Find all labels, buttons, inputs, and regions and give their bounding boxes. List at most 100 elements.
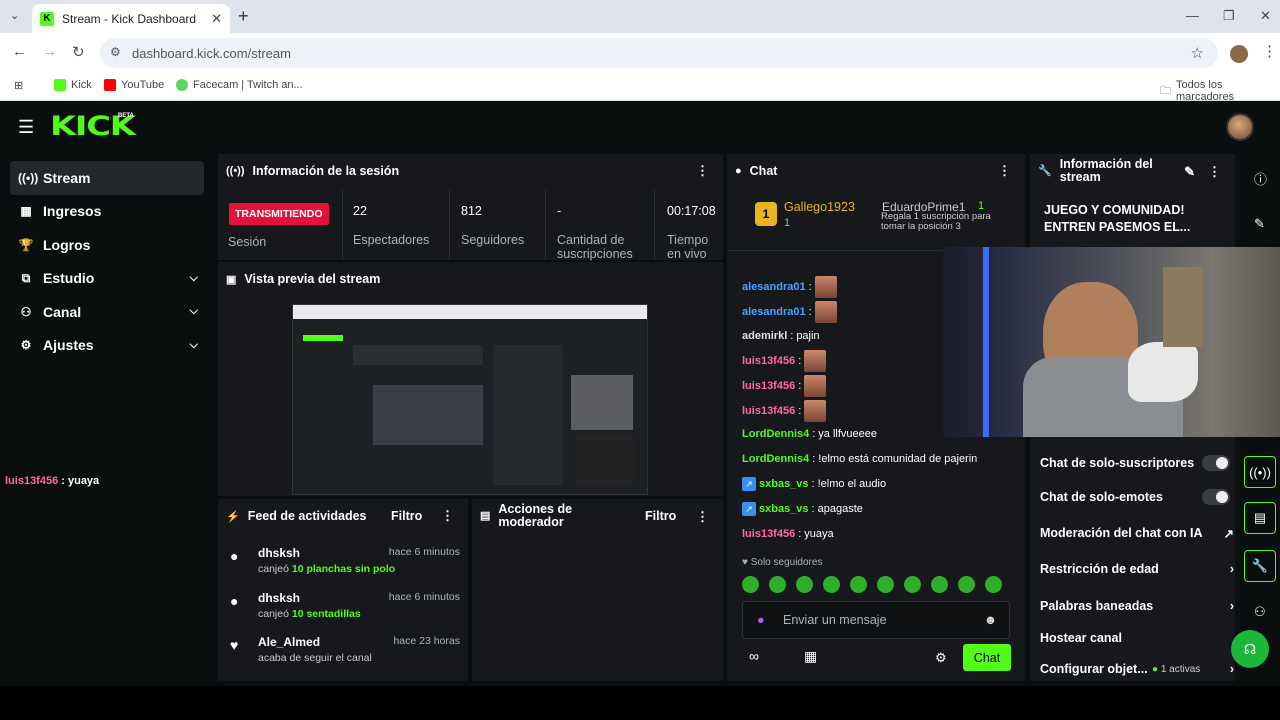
bookmark-kick[interactable]: Kick [54, 79, 92, 91]
chat-message: luis13f456: [742, 350, 827, 372]
bookmark-star-icon[interactable]: ☆ [1191, 44, 1204, 62]
sidebar-item-canal[interactable]: ⚇ Canal ⌵ [10, 295, 204, 329]
back-icon[interactable]: ← [12, 43, 27, 60]
stream-preview-video[interactable] [292, 304, 648, 495]
users-icon[interactable]: ⚇ [1254, 604, 1266, 620]
stream-info-header: 🔧 Información del stream ✎ ⋮ [1038, 157, 1221, 184]
chat-message-input[interactable]: ● Enviar un mensaje ☻ [742, 601, 1010, 639]
chat-send-button[interactable]: Chat [963, 644, 1011, 671]
emote-icon[interactable] [931, 576, 948, 593]
chat-bubble-icon: ● [735, 165, 742, 177]
chat-message: alesandra01: [742, 301, 837, 323]
close-window-icon[interactable]: ✕ [1260, 8, 1271, 24]
bookmark-youtube[interactable]: YouTube [104, 79, 164, 91]
settings-gear-icon[interactable]: ⚙ [935, 650, 947, 666]
goals-setting[interactable]: Configurar objet... ● 1 activas › [1040, 662, 1234, 676]
host-channel-setting[interactable]: Hostear canal [1040, 631, 1220, 645]
emote-icon[interactable] [877, 576, 894, 593]
top-gifter-1-count: 1 [784, 217, 791, 229]
support-headset-button[interactable]: ☊ [1231, 630, 1269, 668]
browser-tab[interactable]: K Stream - Kick Dashboard ✕ [32, 4, 230, 33]
all-bookmarks[interactable]: 🗀 Todos los marcadores [1160, 79, 1280, 103]
close-tab-icon[interactable]: ✕ [211, 11, 222, 27]
more-options-icon[interactable]: ⋮ [696, 163, 709, 179]
filter-button[interactable]: Filtro [391, 509, 422, 523]
wrench-icon: 🔧 [1038, 164, 1052, 177]
sidebar-item-ajustes[interactable]: ⚙ Ajustes ⌵ [10, 329, 204, 363]
more-options-icon[interactable]: ⋮ [441, 508, 454, 524]
emote-icon[interactable] [850, 576, 867, 593]
bookmarks-bar: ⊞ Kick YouTube Facecam | Twitch an... 🗀 T… [0, 73, 1280, 103]
top-bar: ☰ KICK BETA [0, 101, 1280, 151]
store-icon[interactable]: ▦ [804, 648, 817, 665]
folder-icon: 🗀 [1160, 84, 1171, 97]
site-info-icon[interactable]: ⚙ [110, 45, 121, 59]
trophy-icon: 🏆 [18, 237, 34, 252]
user-avatar[interactable] [1226, 113, 1254, 141]
address-bar[interactable]: ⚙ dashboard.kick.com/stream ☆ [100, 38, 1218, 68]
more-options-icon[interactable]: ⋮ [998, 163, 1011, 179]
sidebar-item-stream[interactable]: ((•)) Stream [10, 161, 204, 195]
top-gifter-1[interactable]: Gallego1923 [784, 200, 855, 214]
session-info-header: ((•)) Información de la sesión ⋮ [226, 163, 709, 179]
emote-icon[interactable] [796, 576, 813, 593]
reload-icon[interactable]: ↻ [72, 43, 85, 61]
apps-grid-icon[interactable]: ⊞ [14, 79, 23, 92]
new-tab-icon[interactable]: + [238, 6, 249, 27]
chat-mode: ♥ Solo seguidores [742, 557, 823, 568]
verified-badge-icon: ↗ [742, 502, 756, 516]
browser-menu-icon[interactable]: ⋮ [1262, 42, 1277, 60]
sidebar-item-ingresos[interactable]: ▦ Ingresos [10, 195, 204, 229]
sidebar-item-logros[interactable]: 🏆 Logros [10, 228, 204, 262]
emote-icon [804, 375, 827, 397]
url-text: dashboard.kick.com/stream [132, 45, 291, 61]
emote-only-toggle[interactable] [1202, 489, 1230, 505]
chat-message: LordDennis4: !elmo está comunidad de paj… [742, 453, 978, 465]
emote-icon[interactable] [823, 576, 840, 593]
emote-only-chat-setting: Chat de solo-emotes [1040, 489, 1230, 505]
info-icon[interactable]: ⓘ [1254, 169, 1267, 188]
broadcast-rail-button[interactable]: ((•)) [1244, 456, 1276, 488]
session-label: Sesión [228, 235, 267, 249]
emote-icon[interactable] [958, 576, 975, 593]
chevron-right-icon: › [1229, 662, 1234, 676]
beta-label: BETA [118, 113, 134, 119]
pencil-icon[interactable]: ✎ [1254, 216, 1265, 232]
sidebar-item-estudio[interactable]: ⧉ Estudio ⌵ [10, 262, 204, 296]
emote-icon[interactable] [985, 576, 1002, 593]
wrench-rail-button[interactable]: 🔧 [1244, 550, 1276, 582]
stream-preview-header: ▣ Vista previa del stream [226, 272, 381, 286]
browser-toolbar: ← → ↻ ⚙ dashboard.kick.com/stream ☆ ⋮ [0, 33, 1280, 73]
chat-message: LordDennis4: ya llfvueeee [742, 428, 878, 440]
age-restriction-setting[interactable]: Restricción de edad › [1040, 562, 1234, 576]
chevron-down-icon: ⌵ [189, 271, 198, 284]
sub-only-toggle[interactable] [1202, 455, 1230, 471]
points-icon[interactable]: ∞ [749, 648, 759, 664]
bookmark-facecam[interactable]: Facecam | Twitch an... [176, 79, 303, 91]
activity-feed-header: ⚡ Feed de actividades Filtro ⋮ [226, 508, 454, 524]
gift-prompt[interactable]: Regala 1 suscripción para tomar la posic… [881, 212, 1011, 232]
more-options-icon[interactable]: ⋮ [696, 510, 709, 523]
layout-rail-button[interactable]: ▤ [1244, 502, 1276, 534]
edit-icon[interactable]: ✎ [1184, 165, 1195, 178]
minimize-icon[interactable]: — [1186, 8, 1199, 23]
more-options-icon[interactable]: ⋮ [1208, 165, 1221, 178]
chat-message: luis13f456: [742, 375, 827, 397]
session-info-panel: ((•)) Información de la sesión ⋮ TRANSMITI… [218, 154, 723, 261]
restore-icon[interactable]: ❐ [1223, 8, 1235, 24]
hamburger-menu-icon[interactable]: ☰ [18, 117, 34, 138]
live-time-stat: 00:17:08 Tiempo en vivo [667, 204, 716, 261]
forward-icon[interactable]: → [42, 43, 57, 60]
tab-list-icon[interactable]: ⌄ [10, 9, 19, 22]
filter-button[interactable]: Filtro [645, 509, 676, 523]
banned-words-setting[interactable]: Palabras baneadas › [1040, 599, 1234, 613]
profile-avatar[interactable] [1230, 45, 1248, 63]
chevron-down-icon: ⌵ [189, 305, 198, 318]
ai-moderation-setting[interactable]: Moderación del chat con IA ↗ [1040, 526, 1234, 541]
emote-icon[interactable] [769, 576, 786, 593]
emote-icon[interactable] [904, 576, 921, 593]
emote-icon[interactable] [742, 576, 759, 593]
bolt-icon: ⚡ [226, 510, 240, 523]
webcam-overlay-image [943, 247, 1280, 437]
chevron-right-icon: › [1229, 599, 1234, 613]
